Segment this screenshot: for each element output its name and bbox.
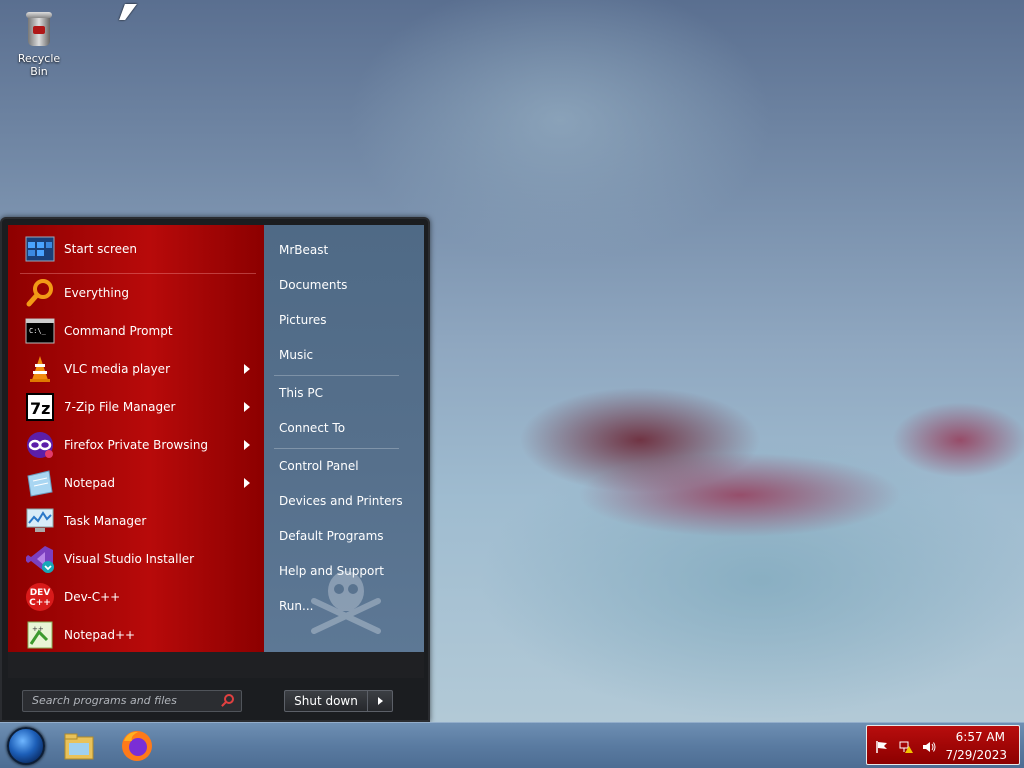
firefox-private-icon bbox=[24, 429, 56, 461]
svg-text:7z: 7z bbox=[30, 399, 50, 418]
pinned-separator bbox=[20, 273, 256, 274]
taskbar-firefox[interactable] bbox=[118, 727, 156, 765]
menu-item-label: Everything bbox=[64, 286, 129, 300]
menu-item-notepad[interactable]: Notepad bbox=[24, 465, 256, 501]
link-default-programs[interactable]: Default Programs bbox=[279, 526, 384, 546]
all-programs-strip[interactable] bbox=[8, 652, 424, 678]
menu-item-start-screen[interactable]: Start screen bbox=[24, 231, 256, 267]
menu-item-dev-cpp[interactable]: DEV C++ Dev-C++ bbox=[24, 579, 256, 615]
action-center-flag-icon[interactable] bbox=[875, 740, 889, 754]
svg-text:C:\_: C:\_ bbox=[29, 327, 47, 335]
link-this-pc[interactable]: This PC bbox=[279, 383, 323, 403]
submenu-arrow-icon bbox=[244, 364, 250, 374]
task-manager-icon bbox=[24, 505, 56, 537]
recycle-bin-icon bbox=[24, 8, 54, 48]
start-menu: Start screen Everything C:\_ Command Pro… bbox=[0, 217, 430, 722]
svg-text:DEV: DEV bbox=[30, 588, 51, 598]
menu-item-label: Firefox Private Browsing bbox=[64, 438, 209, 452]
notepadpp-icon: ++ bbox=[24, 619, 56, 651]
menu-item-notepadpp[interactable]: ++ Notepad++ bbox=[24, 617, 256, 653]
clock-date[interactable]: 7/29/2023 bbox=[945, 748, 1007, 762]
desktop-icon-recycle-bin[interactable]: Recycle Bin bbox=[8, 6, 70, 78]
menu-item-task-manager[interactable]: Task Manager bbox=[24, 503, 256, 539]
file-explorer-icon bbox=[64, 733, 94, 760]
firefox-icon bbox=[122, 731, 152, 761]
shutdown-button[interactable]: Shut down bbox=[284, 690, 368, 712]
menu-item-7zip[interactable]: 7z 7-Zip File Manager bbox=[24, 389, 256, 425]
places-separator bbox=[274, 448, 399, 449]
link-control-panel[interactable]: Control Panel bbox=[279, 456, 359, 476]
skull-crossbones-icon bbox=[311, 571, 381, 634]
menu-item-label: 7-Zip File Manager bbox=[64, 400, 176, 414]
desktop-icon-label: Recycle Bin bbox=[17, 52, 61, 78]
link-pictures[interactable]: Pictures bbox=[279, 310, 327, 330]
link-user-folder[interactable]: MrBeast bbox=[279, 240, 328, 260]
link-music[interactable]: Music bbox=[279, 345, 313, 365]
menu-item-everything[interactable]: Everything bbox=[24, 275, 256, 311]
start-button[interactable] bbox=[7, 727, 45, 765]
taskbar: 6:57 AM 7/29/2023 bbox=[0, 722, 1024, 768]
link-devices-and-printers[interactable]: Devices and Printers bbox=[279, 491, 403, 511]
menu-item-command-prompt[interactable]: C:\_ Command Prompt bbox=[24, 313, 256, 349]
clock-time[interactable]: 6:57 AM bbox=[956, 730, 1005, 744]
menu-item-label: Dev-C++ bbox=[64, 590, 121, 604]
places-pane: MrBeast Documents Pictures Music This PC… bbox=[264, 225, 424, 652]
places-separator bbox=[274, 375, 399, 376]
shutdown-options-button[interactable] bbox=[368, 690, 393, 712]
menu-item-label: Visual Studio Installer bbox=[64, 552, 195, 566]
notepad-icon bbox=[24, 467, 56, 499]
visual-studio-installer-icon bbox=[24, 543, 56, 575]
taskbar-file-explorer[interactable] bbox=[60, 727, 98, 765]
link-connect-to[interactable]: Connect To bbox=[279, 418, 345, 438]
submenu-arrow-icon bbox=[244, 440, 250, 450]
menu-item-visual-studio-installer[interactable]: Visual Studio Installer bbox=[24, 541, 256, 577]
notification-area: 6:57 AM 7/29/2023 bbox=[866, 725, 1020, 765]
search-input[interactable]: Search programs and files bbox=[22, 690, 242, 712]
submenu-arrow-icon bbox=[244, 402, 250, 412]
menu-item-vlc[interactable]: VLC media player bbox=[24, 351, 256, 387]
magnifier-icon bbox=[24, 277, 56, 309]
7zip-icon: 7z bbox=[24, 391, 56, 423]
dev-cpp-icon: DEV C++ bbox=[24, 581, 56, 613]
command-prompt-icon: C:\_ bbox=[24, 315, 56, 347]
menu-item-label: Command Prompt bbox=[64, 324, 173, 338]
start-screen-icon bbox=[24, 233, 56, 265]
programs-pane: Start screen Everything C:\_ Command Pro… bbox=[8, 225, 264, 652]
menu-item-label: Notepad bbox=[64, 476, 115, 490]
mouse-cursor bbox=[119, 4, 137, 20]
menu-item-label: Notepad++ bbox=[64, 628, 136, 642]
network-warning-icon[interactable] bbox=[899, 740, 913, 754]
menu-item-label: Start screen bbox=[64, 242, 138, 256]
menu-item-label: Task Manager bbox=[64, 514, 147, 528]
menu-item-firefox-private[interactable]: Firefox Private Browsing bbox=[24, 427, 256, 463]
volume-icon[interactable] bbox=[922, 740, 936, 754]
menu-item-label: VLC media player bbox=[64, 362, 171, 376]
svg-text:++: ++ bbox=[32, 625, 44, 633]
submenu-arrow-icon bbox=[244, 478, 250, 488]
svg-text:C++: C++ bbox=[29, 598, 51, 608]
search-button[interactable] bbox=[216, 690, 240, 712]
search-icon bbox=[224, 694, 234, 704]
link-documents[interactable]: Documents bbox=[279, 275, 347, 295]
vlc-cone-icon bbox=[24, 353, 56, 385]
